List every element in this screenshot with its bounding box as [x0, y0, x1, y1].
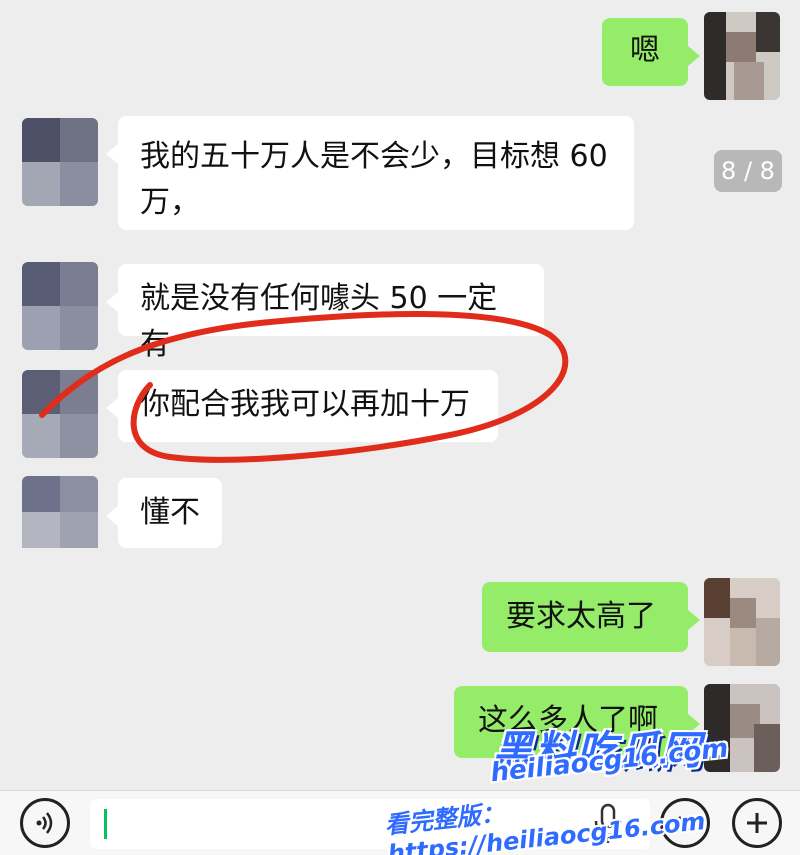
message-text: 你配合我我可以再加十万: [140, 387, 470, 422]
message-text-line-2: 万，: [140, 185, 200, 220]
message-text-line-1: 我的五十万人是不会少，目标想 60: [140, 139, 608, 174]
microphone-icon[interactable]: [590, 803, 626, 845]
message-bubble-incoming[interactable]: 懂不: [106, 478, 222, 548]
message-input[interactable]: [90, 799, 650, 849]
text-caret: [104, 809, 107, 839]
avatar-self[interactable]: [704, 12, 780, 100]
emoji-icon[interactable]: [660, 798, 710, 848]
message-counter-badge: 8 / 8: [714, 150, 782, 192]
chat-area[interactable]: 嗯 我的五十万人是不会少，目标想 60 万， 8 / 8 就是没有任何噱头 50…: [0, 0, 800, 790]
voice-icon[interactable]: [20, 798, 70, 848]
plus-icon[interactable]: [732, 798, 782, 848]
chat-input-bar: [0, 790, 800, 855]
avatar-contact[interactable]: [22, 262, 98, 350]
message-text: 就是没有任何噱头 50 一定有: [140, 281, 498, 362]
avatar-contact[interactable]: [22, 476, 98, 564]
message-bubble-incoming[interactable]: 我的五十万人是不会少，目标想 60 万，: [106, 116, 634, 230]
message-bubble-incoming[interactable]: 就是没有任何噱头 50 一定有: [106, 264, 544, 362]
message-bubble-outgoing[interactable]: 要求太高了: [482, 582, 700, 652]
message-text: 这么多人了啊: [478, 703, 658, 738]
message-bubble-outgoing[interactable]: 这么多人了啊: [454, 686, 700, 758]
avatar-contact[interactable]: [22, 118, 98, 206]
message-text: 嗯: [630, 33, 660, 68]
message-text: 懂不: [140, 495, 200, 530]
avatar-self[interactable]: [704, 684, 780, 772]
message-bubble-outgoing[interactable]: 嗯: [602, 18, 700, 86]
avatar-self[interactable]: [704, 578, 780, 666]
message-bubble-incoming[interactable]: 你配合我我可以再加十万: [106, 370, 498, 442]
avatar-contact[interactable]: [22, 370, 98, 458]
message-text: 要求太高了: [506, 599, 656, 634]
